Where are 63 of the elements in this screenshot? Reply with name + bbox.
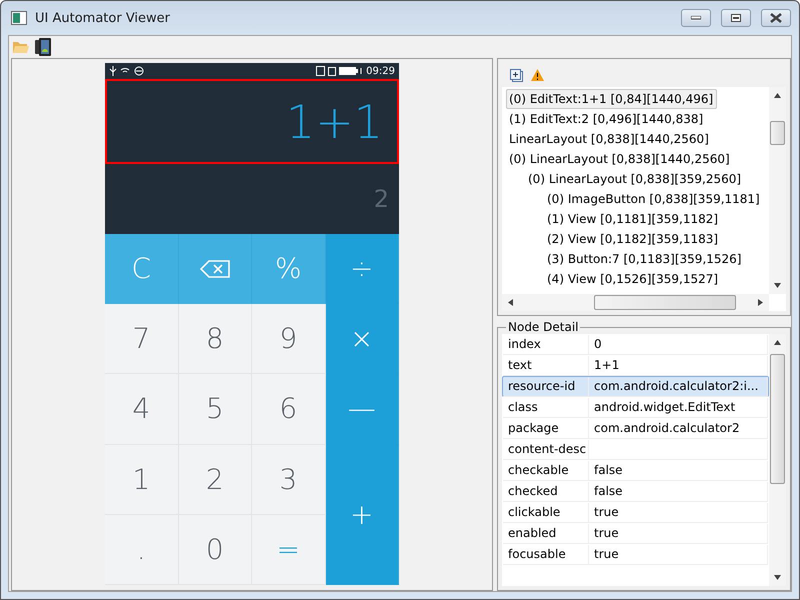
calculator-key[interactable]: 7 xyxy=(105,304,178,374)
property-value: true xyxy=(589,545,768,565)
expand-all-icon[interactable] xyxy=(510,68,523,82)
tree-node[interactable]: (3) Button:7 [0,1183][359,1526] xyxy=(544,249,746,269)
vertical-scrollbar[interactable] xyxy=(769,334,786,586)
maximize-icon xyxy=(731,14,741,22)
detail-row[interactable]: class android.widget.EditText xyxy=(502,397,769,418)
detail-row[interactable]: content-desc xyxy=(502,439,769,460)
calculator-key[interactable]: 5 xyxy=(178,374,252,445)
calculator-key[interactable]: . xyxy=(105,514,178,585)
battery-icon xyxy=(316,66,362,76)
scroll-right-arrow-icon[interactable] xyxy=(758,299,763,306)
scroll-up-arrow-icon[interactable] xyxy=(774,340,781,345)
app-icon xyxy=(11,11,27,25)
calculator-key[interactable]: 6 xyxy=(252,374,326,445)
calculator-key[interactable]: 2 xyxy=(178,444,252,515)
detail-row[interactable]: clickable true xyxy=(502,502,769,523)
detail-row[interactable]: resource-id com.android.calculator2:i... xyxy=(502,376,769,397)
scrollbar-thumb[interactable] xyxy=(594,295,736,310)
detail-row[interactable]: checked false xyxy=(502,481,769,502)
minimize-button[interactable] xyxy=(681,9,711,27)
calculator-key[interactable]: 9 xyxy=(252,304,326,374)
node-detail-title: Node Detail xyxy=(507,320,580,334)
maximize-button[interactable] xyxy=(721,9,751,27)
tree-node[interactable]: (4) View [0,1526][359,1527] xyxy=(544,269,722,289)
scroll-left-arrow-icon[interactable] xyxy=(508,299,513,306)
detail-row[interactable]: package com.android.calculator2 xyxy=(502,418,769,439)
tree-node[interactable]: (0) LinearLayout [0,838][359,2560] xyxy=(525,169,746,189)
tree-node[interactable]: (2) View [0,1182][359,1183] xyxy=(544,229,722,249)
tree-node[interactable]: (1) EditText:2 [0,496][1440,838] xyxy=(506,109,708,129)
tree-node[interactable]: LinearLayout [0,838][1440,2560] xyxy=(506,129,713,149)
status-time: 09:29 xyxy=(366,66,395,76)
tree-node[interactable]: (0) LinearLayout [0,838][1440,2560] xyxy=(506,149,734,169)
close-button[interactable] xyxy=(761,9,791,27)
calculator-key[interactable]: 4 xyxy=(105,374,178,445)
vertical-scrollbar[interactable] xyxy=(769,87,786,294)
detail-row[interactable]: text 1+1 xyxy=(502,355,769,376)
detail-row[interactable]: index 0 xyxy=(502,334,769,355)
tree-node[interactable]: (1) View [0,1181][359,1182] xyxy=(544,209,722,229)
close-icon xyxy=(770,13,782,23)
warning-icon[interactable] xyxy=(531,69,544,81)
window-title: UI Automator Viewer xyxy=(35,10,172,26)
tree-node[interactable]: (0) EditText:1+1 [0,84][1440,496] xyxy=(506,89,718,109)
calculator-key[interactable]: 1 xyxy=(105,444,178,515)
scroll-down-arrow-icon[interactable] xyxy=(774,575,781,580)
result-text: 2 xyxy=(374,185,389,213)
scroll-down-arrow-icon[interactable] xyxy=(774,283,781,288)
scrollbar-thumb[interactable] xyxy=(770,354,785,484)
property-name: focusable xyxy=(503,545,589,565)
detail-row[interactable]: checkable false xyxy=(502,460,769,481)
scrollbar-thumb[interactable] xyxy=(770,121,785,145)
device-screenshot-icon[interactable] xyxy=(35,38,51,56)
expression-text: 1+1 xyxy=(286,94,383,148)
tree-node[interactable]: (0) ImageButton [0,838][359,1181] xyxy=(544,189,764,209)
minimize-icon xyxy=(691,16,701,20)
horizontal-scrollbar[interactable] xyxy=(502,294,769,311)
backspace-icon xyxy=(200,260,230,278)
calculator-key[interactable]: 3 xyxy=(252,444,326,515)
detail-row[interactable]: focusable true xyxy=(502,544,769,565)
scroll-up-arrow-icon[interactable] xyxy=(774,93,781,98)
calculator-key[interactable]: 0 xyxy=(178,514,252,585)
calculator-key[interactable]: 8 xyxy=(178,304,252,374)
detail-row[interactable]: enabled true xyxy=(502,523,769,544)
